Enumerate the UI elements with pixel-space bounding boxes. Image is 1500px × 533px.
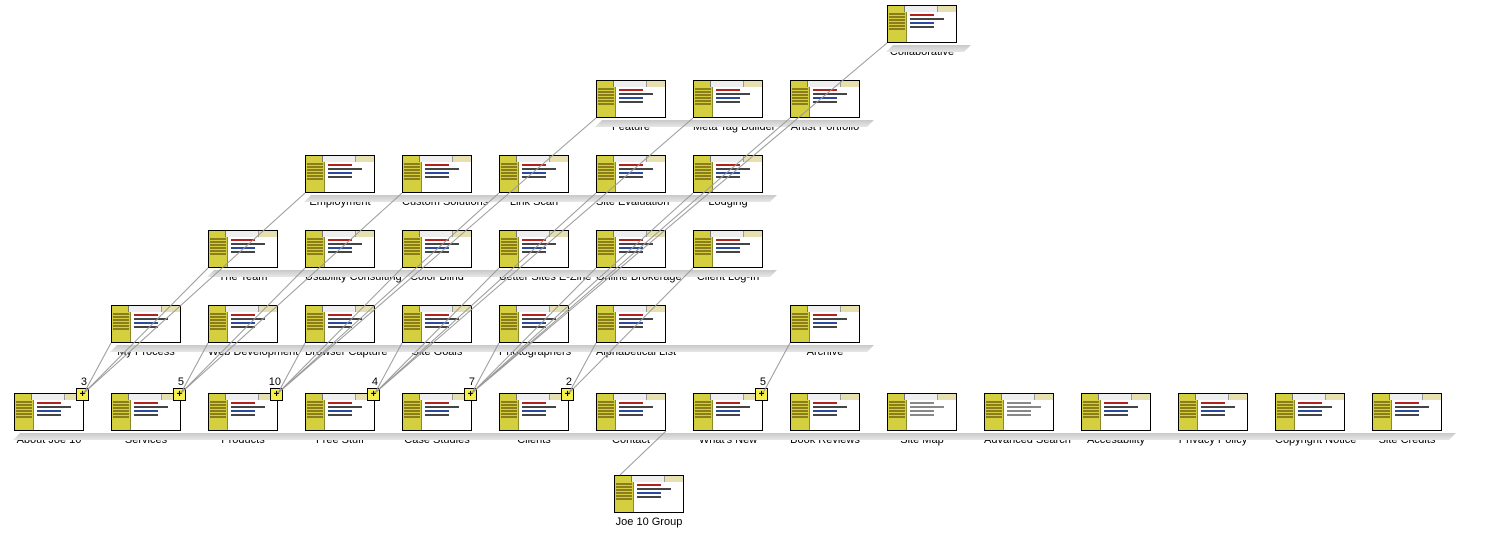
page-node-products-thumbnail[interactable] <box>208 393 278 431</box>
page-node-case-studies-thumbnail[interactable] <box>402 393 472 431</box>
page-node-root-thumbnail[interactable] <box>614 475 684 513</box>
page-node-services-thumbnail[interactable] <box>111 393 181 431</box>
page-node-root[interactable]: Joe 10 Group <box>614 475 684 528</box>
page-node-clients-thumbnail[interactable] <box>499 393 569 431</box>
page-node-site-map-thumbnail[interactable] <box>887 393 957 431</box>
page-node-contact-thumbnail[interactable] <box>596 393 666 431</box>
page-node-book-reviews-thumbnail[interactable] <box>790 393 860 431</box>
connector-5-r3 <box>568 267 694 394</box>
page-node-accesability-thumbnail[interactable] <box>1081 393 1151 431</box>
connector-root <box>619 430 667 476</box>
page-node-advanced-search-thumbnail[interactable] <box>984 393 1054 431</box>
page-node-privacy-policy-thumbnail[interactable] <box>1178 393 1248 431</box>
page-node-collaborative-thumbnail[interactable] <box>887 5 957 43</box>
page-node-site-credits-thumbnail[interactable] <box>1372 393 1442 431</box>
page-node-root-label: Joe 10 Group <box>614 516 684 528</box>
shadow-bar <box>886 45 971 52</box>
page-node-copyright-notice-thumbnail[interactable] <box>1275 393 1345 431</box>
shadow-bar <box>13 433 1456 440</box>
sitemap-diagram: 3+About Joe 105+Services10+Products4+Fre… <box>0 0 1500 533</box>
page-node-free-stuff-thumbnail[interactable] <box>305 393 375 431</box>
page-node-what-s-new-thumbnail[interactable] <box>693 393 763 431</box>
page-node-about-joe-10-thumbnail[interactable] <box>14 393 84 431</box>
connector-7-r4 <box>762 342 791 394</box>
